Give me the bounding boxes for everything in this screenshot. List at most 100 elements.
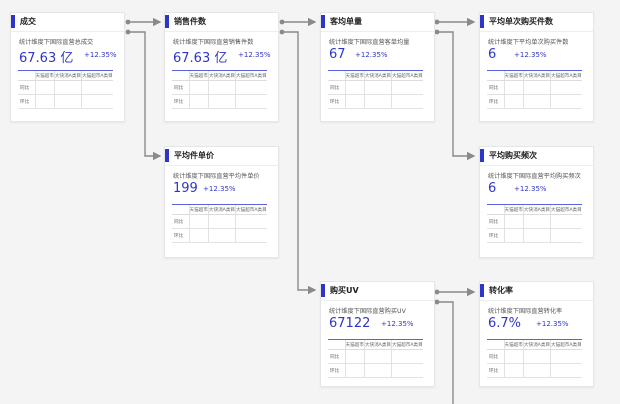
card-title: 客均单量 bbox=[330, 17, 362, 26]
table-cell bbox=[188, 94, 209, 109]
table-row: 环比 bbox=[172, 94, 267, 109]
accent-bar bbox=[480, 284, 484, 297]
row-label: 环比 bbox=[487, 94, 504, 109]
metric-value: 67.63 亿 bbox=[19, 51, 74, 66]
table-cell bbox=[363, 349, 392, 364]
table-cell bbox=[391, 94, 423, 109]
connector-deal-to-avg-price bbox=[128, 31, 162, 161]
table-cell bbox=[550, 349, 582, 364]
table-cell bbox=[207, 80, 236, 95]
table-row: 同比 bbox=[18, 80, 113, 95]
metric-value: 6.7% bbox=[488, 316, 522, 331]
comparison-table: 天猫超市 大快消A类目 大猫超市A类目 同比 环比 bbox=[18, 70, 113, 109]
table-header-cell: 天猫超市 bbox=[188, 70, 209, 81]
table-cell bbox=[550, 80, 582, 95]
card-title: 平均件单价 bbox=[174, 151, 214, 160]
card-subtitle: 统计维度下国际直营客单均量 bbox=[329, 39, 410, 46]
row-label: 环比 bbox=[487, 228, 504, 243]
connector-dot bbox=[434, 19, 440, 25]
table-cell bbox=[503, 94, 524, 109]
card-subtitle: 统计维度下国际直营平均购买频次 bbox=[488, 173, 581, 180]
table-cell bbox=[207, 228, 236, 243]
table-cell bbox=[503, 80, 524, 95]
metric-value: 67122 bbox=[329, 316, 371, 331]
metric-card-items-per-purchase[interactable]: 平均单次购买件数 统计维度下平均单次购买件数 6 +12.35% 天猫超市 大快消… bbox=[479, 12, 594, 122]
metric-card-avg-item-price[interactable]: 平均件单价 统计维度下国际直营平均件单价 199 +12.35% 天猫超市 大快消… bbox=[164, 146, 279, 258]
card-header: 平均单次购买件数 bbox=[480, 13, 593, 32]
table-cell bbox=[550, 228, 582, 243]
accent-bar bbox=[321, 284, 325, 297]
metric-card-purchase-uv[interactable]: 购买UV 统计维度下国际直营购买UV 67122 +12.35% 天猫超市 大快消… bbox=[320, 281, 435, 387]
change-rate: +12.35% bbox=[381, 320, 414, 328]
metric-flow-canvas: 成交 统计维度下国际直营总成交 67.63 亿 +12.35% 天猫超市 大快消A… bbox=[0, 0, 620, 404]
change-rate: +12.35% bbox=[514, 185, 547, 193]
table-header-cell: 天猫超市 bbox=[344, 339, 365, 350]
table-header-cell: 大猫超市A类目 bbox=[235, 204, 267, 215]
metric-value: 6 bbox=[488, 181, 497, 196]
card-header: 购买UV bbox=[321, 282, 434, 301]
table-row: 同比 bbox=[487, 349, 582, 364]
change-rate: +12.35% bbox=[355, 51, 388, 59]
accent-bar bbox=[321, 15, 325, 28]
card-title: 购买UV bbox=[330, 286, 359, 295]
connector-orders-to-frequency bbox=[437, 31, 476, 161]
table-cell bbox=[363, 80, 392, 95]
comparison-table: 天猫超市 大快消A类目 大猫超市A类目 同比 环比 bbox=[487, 204, 582, 243]
comparison-table: 天猫超市 大快消A类目 大猫超市A类目 同比 环比 bbox=[328, 339, 423, 378]
card-title: 平均单次购买件数 bbox=[489, 17, 553, 26]
table-cell bbox=[235, 80, 267, 95]
connector-uv-down bbox=[437, 301, 454, 404]
table-row: 环比 bbox=[487, 94, 582, 109]
table-cell bbox=[550, 363, 582, 378]
table-cell bbox=[53, 94, 82, 109]
card-subtitle: 统计维度下国际直营销售件数 bbox=[173, 39, 254, 46]
row-label: 环比 bbox=[328, 94, 345, 109]
change-rate: +12.35% bbox=[514, 51, 547, 59]
accent-bar bbox=[11, 15, 15, 28]
table-row: 环比 bbox=[328, 94, 423, 109]
metric-card-purchase-frequency[interactable]: 平均购买频次 统计维度下国际直营平均购买频次 6 +12.35% 天猫超市 大快消… bbox=[479, 146, 594, 258]
metric-card-deal[interactable]: 成交 统计维度下国际直营总成交 67.63 亿 +12.35% 天猫超市 大快消A… bbox=[10, 12, 125, 122]
table-header-cell: 大猫超市A类目 bbox=[550, 339, 582, 350]
table-row: 环比 bbox=[487, 363, 582, 378]
card-subtitle: 统计维度下国际直营购买UV bbox=[329, 308, 406, 315]
row-label: 环比 bbox=[18, 94, 35, 109]
card-header: 销售件数 bbox=[165, 13, 278, 32]
table-header-cell: 天猫超市 bbox=[503, 339, 524, 350]
row-label: 环比 bbox=[172, 94, 189, 109]
table-row: 同比 bbox=[328, 80, 423, 95]
metric-card-orders-per-customer[interactable]: 客均单量 统计维度下国际直营客单均量 67 +12.35% 天猫超市 大快消A类目… bbox=[320, 12, 435, 122]
metric-card-sales-count[interactable]: 销售件数 统计维度下国际直营销售件数 67.63 亿 +12.35% 天猫超市大… bbox=[164, 12, 279, 122]
card-subtitle: 统计维度下国际直营平均件单价 bbox=[173, 173, 260, 180]
table-header-cell bbox=[18, 70, 35, 81]
metric-card-conversion-rate[interactable]: 转化率 统计维度下国际直营转化率 6.7% +12.35% 天猫超市 大快消A类目… bbox=[479, 281, 594, 387]
connector-dot bbox=[279, 29, 285, 35]
comparison-table: 天猫超市 大快消A类目 大猫超市A类目 同比 环比 bbox=[487, 70, 582, 109]
table-cell bbox=[235, 94, 267, 109]
connector-dot bbox=[434, 299, 440, 305]
accent-bar bbox=[480, 15, 484, 28]
table-header-cell: 大猫超市A类目 bbox=[235, 70, 267, 81]
card-subtitle: 统计维度下平均单次购买件数 bbox=[488, 39, 569, 46]
table-cell bbox=[522, 228, 551, 243]
row-label: 同比 bbox=[172, 214, 189, 229]
card-title: 转化率 bbox=[489, 286, 513, 295]
row-label: 同比 bbox=[487, 214, 504, 229]
card-header: 转化率 bbox=[480, 282, 593, 301]
table-cell bbox=[188, 214, 209, 229]
card-subtitle: 统计维度下国际直营总成交 bbox=[19, 39, 94, 46]
card-title: 平均购买频次 bbox=[489, 151, 537, 160]
change-rate: +12.35% bbox=[536, 320, 569, 328]
table-cell bbox=[81, 80, 113, 95]
row-label: 同比 bbox=[18, 80, 35, 95]
table-header-cell: 大快消A类目 bbox=[522, 204, 551, 215]
table-cell bbox=[503, 349, 524, 364]
table-cell bbox=[188, 228, 209, 243]
table-header-cell: 大猫超市A类目 bbox=[550, 70, 582, 81]
table-cell bbox=[34, 94, 55, 109]
table-header-cell bbox=[172, 70, 189, 81]
card-header: 成交 bbox=[11, 13, 124, 32]
row-label: 环比 bbox=[487, 363, 504, 378]
table-cell bbox=[207, 94, 236, 109]
table-header-cell: 大猫超市A类目 bbox=[391, 339, 423, 350]
